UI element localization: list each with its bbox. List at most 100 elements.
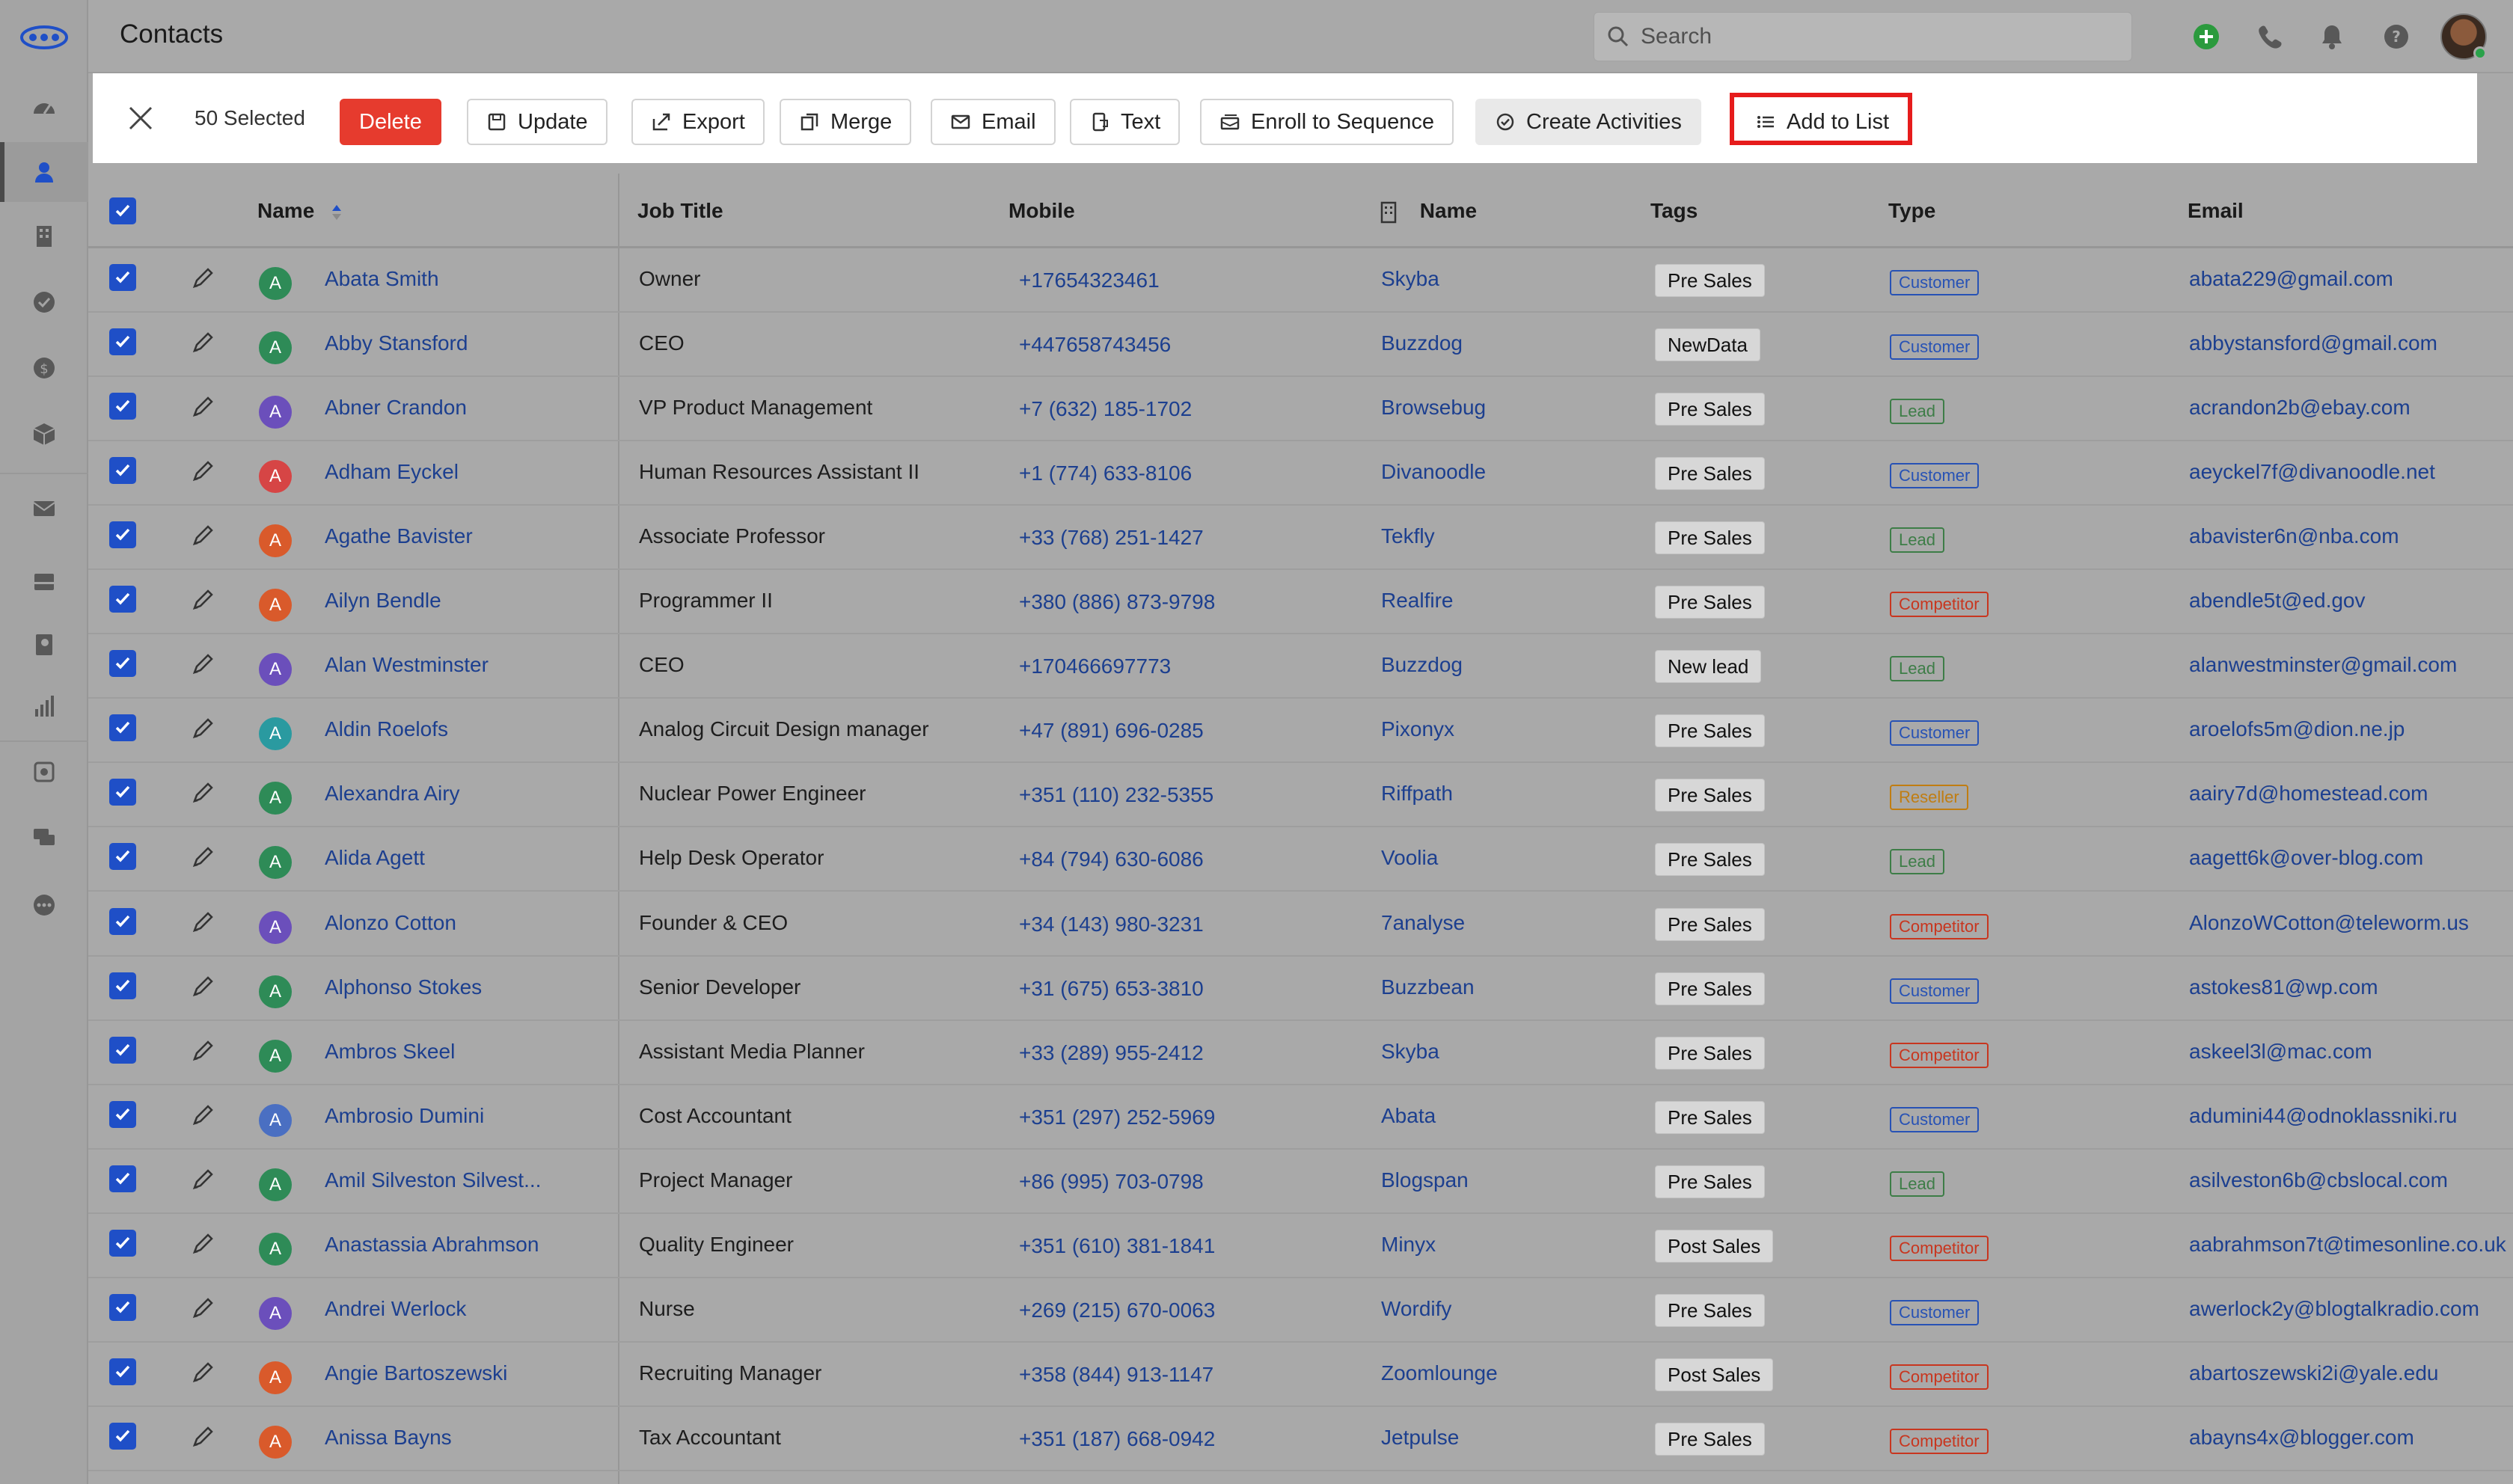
row-checkbox[interactable] <box>109 650 136 677</box>
email-link[interactable]: asilveston6b@cbslocal.com <box>2189 1168 2448 1192</box>
contact-name-link[interactable]: Abner Crandon <box>325 396 467 420</box>
email-link[interactable]: acrandon2b@ebay.com <box>2189 396 2411 420</box>
company-name-link[interactable]: Jetpulse <box>1381 1426 1459 1450</box>
column-header-job-title[interactable]: Job Title <box>637 199 723 223</box>
mobile-link[interactable]: +447658743456 <box>1019 333 1171 357</box>
contact-name-link[interactable]: Ambros Skeel <box>325 1040 455 1064</box>
company-name-link[interactable]: 7analyse <box>1381 911 1465 935</box>
email-link[interactable]: aeyckel7f@divanoodle.net <box>2189 460 2435 484</box>
edit-pencil-icon[interactable] <box>190 974 215 999</box>
export-button[interactable]: Export <box>631 99 765 145</box>
mobile-link[interactable]: +34 (143) 980-3231 <box>1019 913 1204 936</box>
table-row[interactable]: A Ambrosio Dumini Cost Accountant +351 (297… <box>88 1085 2513 1150</box>
edit-pencil-icon[interactable] <box>190 1167 215 1192</box>
email-link[interactable]: alanwestminster@gmail.com <box>2189 653 2457 677</box>
column-header-company-name[interactable]: Name <box>1380 199 1477 224</box>
help-icon[interactable]: ? <box>2381 21 2412 52</box>
edit-pencil-icon[interactable] <box>190 910 215 935</box>
company-name-link[interactable]: Skyba <box>1381 267 1439 291</box>
row-checkbox[interactable] <box>109 714 136 741</box>
contact-name-link[interactable]: Anissa Bayns <box>325 1426 452 1450</box>
table-row[interactable]: A Abata Smith Owner +17654323461 Skyba Pre Sa… <box>88 248 2513 313</box>
contact-name-link[interactable]: Amil Silveston Silvest... <box>325 1168 541 1192</box>
table-row[interactable]: A Ailyn Bendle Programmer II +380 (886) 873… <box>88 570 2513 634</box>
edit-pencil-icon[interactable] <box>190 780 215 806</box>
edit-pencil-icon[interactable] <box>190 1231 215 1257</box>
email-link[interactable]: abayns4x@blogger.com <box>2189 1426 2414 1450</box>
edit-pencil-icon[interactable] <box>190 651 215 677</box>
contact-name-link[interactable]: Ambrosio Dumini <box>325 1104 484 1128</box>
contact-name-link[interactable]: Ailyn Bendle <box>325 589 441 613</box>
row-checkbox[interactable] <box>109 264 136 291</box>
phone-icon[interactable] <box>2253 21 2285 52</box>
row-checkbox[interactable] <box>109 1230 136 1257</box>
sidebar-item-phone-book[interactable] <box>0 615 88 675</box>
column-header-email[interactable]: Email <box>2188 199 2244 223</box>
company-name-link[interactable]: Browsebug <box>1381 396 1486 420</box>
column-header-type[interactable]: Type <box>1888 199 1935 223</box>
search-box[interactable] <box>1594 12 2132 61</box>
email-link[interactable]: adumini44@odnoklassniki.ru <box>2189 1104 2457 1128</box>
email-link[interactable]: astokes81@wp.com <box>2189 975 2378 999</box>
email-link[interactable]: abata229@gmail.com <box>2189 267 2393 291</box>
table-row[interactable]: A Anastassia Abrahmson Quality Engineer +35… <box>88 1214 2513 1278</box>
email-link[interactable]: abavister6n@nba.com <box>2189 524 2399 548</box>
company-name-link[interactable]: Voolia <box>1381 846 1438 870</box>
contact-name-link[interactable]: Abata Smith <box>325 267 439 291</box>
contact-name-link[interactable]: Alphonso Stokes <box>325 975 482 999</box>
row-checkbox[interactable] <box>109 393 136 420</box>
contact-name-link[interactable]: Adham Eyckel <box>325 460 459 484</box>
company-name-link[interactable]: Pixonyx <box>1381 717 1454 741</box>
mobile-link[interactable]: +358 (844) 913-1147 <box>1019 1363 1213 1387</box>
sidebar-item-dashboard[interactable] <box>0 78 88 138</box>
row-checkbox[interactable] <box>109 1358 136 1385</box>
edit-pencil-icon[interactable] <box>190 1424 215 1450</box>
company-name-link[interactable]: Buzzdog <box>1381 653 1463 677</box>
email-button[interactable]: Email <box>931 99 1056 145</box>
contact-name-link[interactable]: Abby Stansford <box>325 331 468 355</box>
mobile-link[interactable]: +86 (995) 703-0798 <box>1019 1170 1204 1194</box>
company-name-link[interactable]: Wordify <box>1381 1297 1451 1321</box>
sidebar-item-tasks[interactable] <box>0 272 88 332</box>
mobile-link[interactable]: +84 (794) 630-6086 <box>1019 847 1204 871</box>
merge-button[interactable]: Merge <box>780 99 912 145</box>
email-link[interactable]: aabrahmson7t@timesonline.co.uk <box>2189 1233 2506 1257</box>
mobile-link[interactable]: +351 (610) 381-1841 <box>1019 1234 1215 1258</box>
row-checkbox[interactable] <box>109 328 136 355</box>
sidebar-item-inbox[interactable] <box>0 552 88 612</box>
enroll-to-sequence-button[interactable]: Enroll to Sequence <box>1200 99 1454 145</box>
edit-pencil-icon[interactable] <box>190 1296 215 1321</box>
email-link[interactable]: aagett6k@over-blog.com <box>2189 846 2423 870</box>
table-row[interactable]: A Agathe Bavister Associate Professor +33 (… <box>88 506 2513 570</box>
delete-button[interactable]: Delete <box>340 99 441 145</box>
row-checkbox[interactable] <box>109 908 136 935</box>
sidebar-item-chat[interactable] <box>0 808 88 868</box>
table-row[interactable]: A Alida Agett Help Desk Operator +84 (794) … <box>88 827 2513 892</box>
mobile-link[interactable]: +31 (675) 653-3810 <box>1019 977 1204 1001</box>
search-input[interactable] <box>1641 24 2119 49</box>
edit-pencil-icon[interactable] <box>190 523 215 548</box>
mobile-link[interactable]: +170466697773 <box>1019 654 1171 678</box>
close-icon[interactable] <box>127 105 154 132</box>
company-name-link[interactable]: Tekfly <box>1381 524 1435 548</box>
mobile-link[interactable]: +351 (187) 668-0942 <box>1019 1427 1215 1451</box>
app-logo[interactable] <box>18 19 70 55</box>
contact-name-link[interactable]: Aldin Roelofs <box>325 717 448 741</box>
edit-pencil-icon[interactable] <box>190 1360 215 1385</box>
row-checkbox[interactable] <box>109 1165 136 1192</box>
company-name-link[interactable]: Skyba <box>1381 1040 1439 1064</box>
table-row[interactable]: A Alphonso Stokes Senior Developer +31 (675… <box>88 957 2513 1021</box>
mobile-link[interactable]: +380 (886) 873-9798 <box>1019 590 1215 614</box>
row-checkbox[interactable] <box>109 586 136 613</box>
column-header-tags[interactable]: Tags <box>1650 199 1698 223</box>
company-name-link[interactable]: Minyx <box>1381 1233 1436 1257</box>
company-name-link[interactable]: Buzzbean <box>1381 975 1475 999</box>
mobile-link[interactable]: +33 (768) 251-1427 <box>1019 526 1204 550</box>
contact-name-link[interactable]: Agathe Bavister <box>325 524 473 548</box>
row-checkbox[interactable] <box>109 521 136 548</box>
sidebar-item-more[interactable] <box>0 875 88 935</box>
company-name-link[interactable]: Realfire <box>1381 589 1453 613</box>
mobile-link[interactable]: +351 (297) 252-5969 <box>1019 1106 1215 1129</box>
edit-pencil-icon[interactable] <box>190 459 215 484</box>
mobile-link[interactable]: +33 (289) 955-2412 <box>1019 1041 1204 1065</box>
